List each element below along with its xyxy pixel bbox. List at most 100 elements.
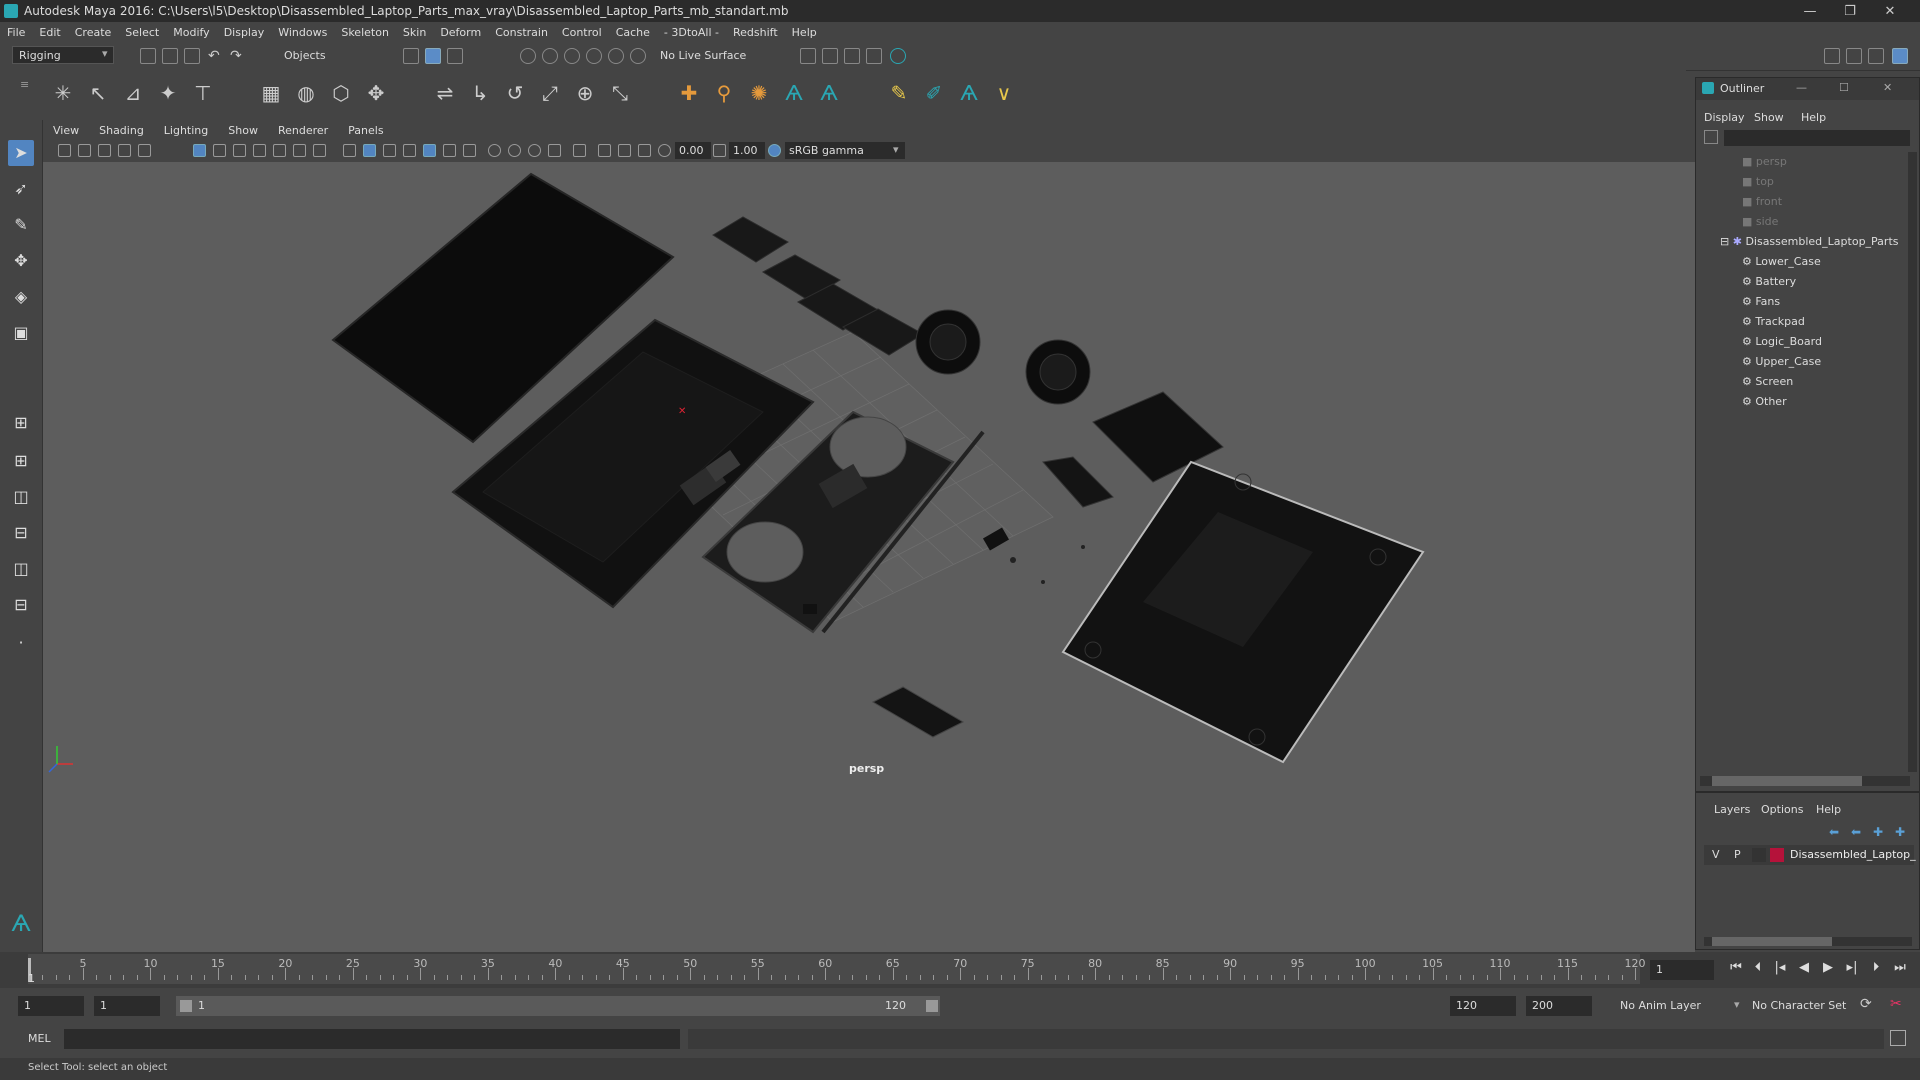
panel-menu-show[interactable]: Show — [218, 124, 268, 137]
render-view-icon[interactable] — [822, 48, 838, 64]
panel-menu-lighting[interactable]: Lighting — [154, 124, 218, 137]
tool-settings-icon[interactable] — [1868, 48, 1884, 64]
outliner-maximize-icon[interactable]: ☐ — [1839, 81, 1849, 94]
motion-blur-icon[interactable] — [508, 144, 521, 157]
paint-select-icon[interactable]: ✎ — [8, 212, 34, 238]
layer-row[interactable]: V P Disassembled_Laptop_ — [1704, 845, 1916, 865]
color-management-icon[interactable] — [768, 144, 781, 157]
grease-pencil-icon[interactable] — [138, 144, 151, 157]
collapse-icon[interactable]: ⊟ — [1720, 235, 1733, 248]
menu-edit[interactable]: Edit — [32, 26, 67, 39]
redo-icon[interactable]: ↷ — [230, 48, 242, 64]
move-tool-icon[interactable]: ✥ — [8, 248, 34, 274]
menu-cache[interactable]: Cache — [609, 26, 657, 39]
blend-shape-icon[interactable]: ✐ — [921, 80, 947, 106]
new-layer-icon[interactable]: ✚ — [1873, 825, 1883, 839]
hik-character-icon[interactable]: Ѧ — [816, 80, 842, 106]
smooth-bind-icon[interactable]: ▦ — [258, 80, 284, 106]
new-scene-icon[interactable] — [140, 48, 156, 64]
move-layer-up-icon[interactable]: ⬅ — [1829, 825, 1839, 839]
outliner-horizontal-scrollbar[interactable] — [1700, 776, 1910, 786]
outliner-item-front[interactable]: ■ front — [1700, 192, 1920, 212]
wire-tool-icon[interactable]: ∨ — [991, 80, 1017, 106]
menu-skin[interactable]: Skin — [396, 26, 433, 39]
outliner-item-battery[interactable]: ⚙ Battery — [1700, 272, 1920, 292]
insert-joint-icon[interactable]: ✦ — [155, 80, 181, 106]
menu-modify[interactable]: Modify — [166, 26, 216, 39]
selection-mode-dropdown[interactable]: Objects — [284, 49, 326, 62]
anim-layer-dropdown[interactable]: No Anim Layer — [1620, 999, 1701, 1012]
select-tool-icon[interactable]: ➤ — [8, 140, 34, 166]
shelf-options-icon[interactable]: ≡ — [20, 78, 29, 91]
camera-attributes-icon[interactable] — [78, 144, 91, 157]
play-backward-icon[interactable]: ◀ — [1796, 960, 1812, 976]
end-time-field[interactable]: 200 — [1526, 996, 1592, 1016]
perspective-viewport[interactable]: ✕ persp — [43, 162, 1695, 952]
panel-menu-shading[interactable]: Shading — [89, 124, 154, 137]
rotate-tool-icon[interactable]: ◈ — [8, 284, 34, 310]
smooth-shade-icon[interactable] — [363, 144, 376, 157]
save-scene-icon[interactable] — [184, 48, 200, 64]
outliner-menu-display[interactable]: Display — [1704, 111, 1745, 124]
outliner-layout-icon[interactable]: ⊟ — [8, 520, 34, 546]
go-to-start-icon[interactable]: ⏮ — [1728, 960, 1744, 976]
step-back-icon[interactable]: ⏴ — [1750, 960, 1766, 976]
outliner-item-trackpad[interactable]: ⚙ Trackpad — [1700, 312, 1920, 332]
restore-button[interactable]: ❐ — [1830, 0, 1870, 22]
ik-spline-icon[interactable]: ⊿ — [120, 80, 146, 106]
select-object-icon[interactable] — [425, 48, 441, 64]
select-hierarchy-icon[interactable] — [403, 48, 419, 64]
image-plane-icon[interactable] — [118, 144, 131, 157]
driven-key-icon[interactable]: ✺ — [746, 80, 772, 106]
attribute-editor-icon[interactable] — [1846, 48, 1862, 64]
menu-help[interactable]: Help — [785, 26, 824, 39]
exposure-field[interactable]: 0.00 — [675, 142, 711, 159]
safe-action-icon[interactable] — [293, 144, 306, 157]
ik-handle-icon[interactable]: ↖ — [85, 80, 111, 106]
step-back-key-icon[interactable]: |◂ — [1772, 960, 1788, 976]
side-by-side-layout-icon[interactable]: ◫ — [8, 484, 34, 510]
menu-file[interactable]: File — [0, 26, 32, 39]
anti-aliasing-icon[interactable] — [528, 144, 541, 157]
pole-vector-icon[interactable]: ⤡ — [607, 80, 633, 106]
parent-constraint-icon[interactable]: ⊕ — [572, 80, 598, 106]
outliner-minimize-icon[interactable]: — — [1796, 81, 1807, 94]
outliner-item-upper-case[interactable]: ⚙ Upper_Case — [1700, 352, 1920, 372]
menu-redshift[interactable]: Redshift — [726, 26, 785, 39]
xray-joints-icon[interactable] — [618, 144, 631, 157]
layer-color-swatch[interactable] — [1770, 848, 1784, 862]
outliner-item-lower-case[interactable]: ⚙ Lower_Case — [1700, 252, 1920, 272]
range-start-handle[interactable] — [180, 1000, 192, 1012]
gate-mask-icon[interactable] — [253, 144, 266, 157]
layers-menu-help[interactable]: Help — [1816, 803, 1841, 816]
hypershade-icon[interactable] — [890, 48, 906, 64]
step-forward-key-icon[interactable]: ▸| — [1844, 960, 1860, 976]
playback-end-field[interactable]: 120 — [1450, 996, 1516, 1016]
outliner-close-icon[interactable]: ✕ — [1883, 81, 1892, 94]
use-lights-icon[interactable] — [443, 144, 456, 157]
layers-menu-options[interactable]: Options — [1761, 803, 1803, 816]
joint-tool-icon[interactable]: ✳ — [50, 80, 76, 106]
outliner-menu-help[interactable]: Help — [1801, 111, 1826, 124]
gamma-field[interactable]: 1.00 — [729, 142, 765, 159]
range-slider[interactable]: 1 120 — [176, 996, 940, 1016]
default-lighting-icon[interactable] — [383, 144, 396, 157]
script-editor-icon[interactable] — [1890, 1030, 1906, 1046]
outliner-menu-show[interactable]: Show — [1754, 111, 1784, 124]
film-gate-icon[interactable] — [213, 144, 226, 157]
render-frame-icon[interactable] — [844, 48, 860, 64]
mirror-joint-icon[interactable]: ⊤ — [190, 80, 216, 106]
snap-vertex-icon[interactable] — [630, 48, 646, 64]
camera-select-icon[interactable] — [58, 144, 71, 157]
wireframe-on-shaded-icon[interactable] — [403, 144, 416, 157]
safe-title-icon[interactable] — [313, 144, 326, 157]
mel-input[interactable] — [64, 1029, 680, 1049]
resolution-gate-icon[interactable] — [233, 144, 246, 157]
menu-3dtoall[interactable]: - 3DtoAll - — [657, 26, 726, 39]
menu-display[interactable]: Display — [217, 26, 272, 39]
panel-menu-panels[interactable]: Panels — [338, 124, 393, 137]
layer-playback-toggle[interactable]: P — [1734, 848, 1741, 861]
view-transform-dropdown[interactable]: sRGB gamma — [785, 142, 905, 159]
mel-label[interactable]: MEL — [28, 1032, 51, 1045]
start-time-field[interactable]: 1 — [18, 996, 84, 1016]
